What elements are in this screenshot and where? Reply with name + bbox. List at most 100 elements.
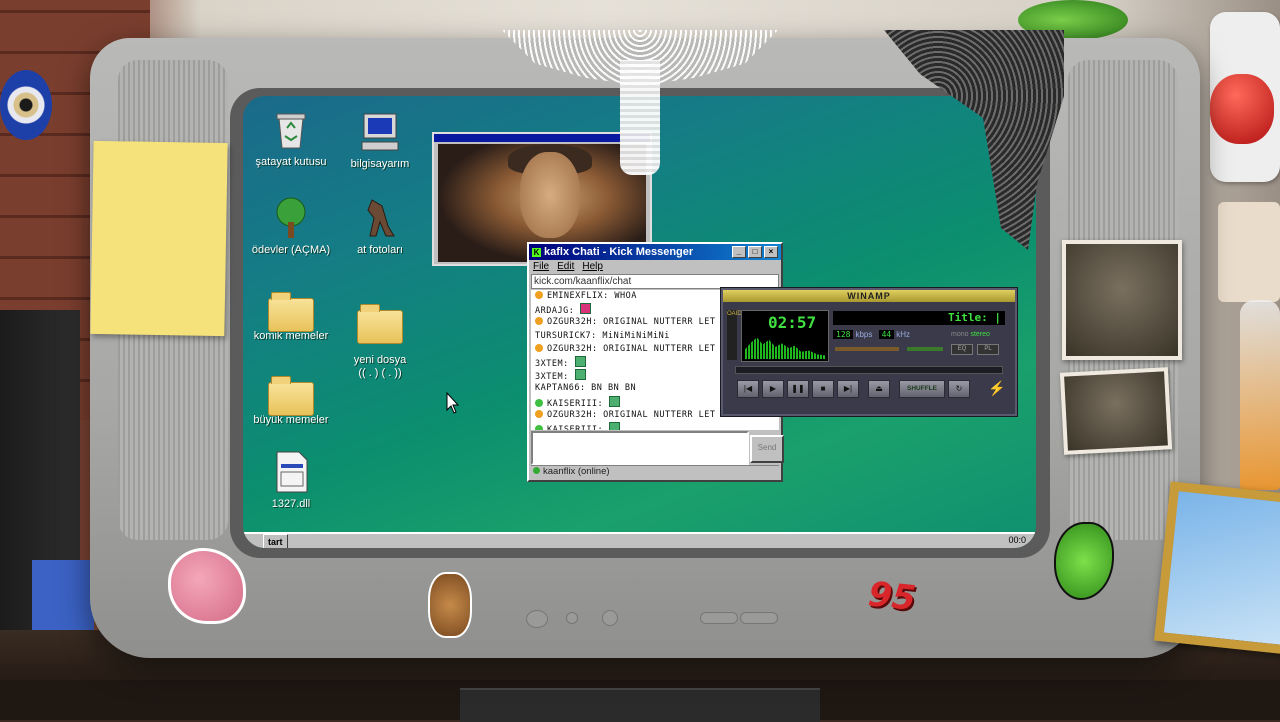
light-switch bbox=[1218, 202, 1280, 302]
winamp-titlebar[interactable]: WINAMP bbox=[723, 290, 1015, 302]
status-bar: kaanflix (online) bbox=[531, 465, 779, 478]
maximize-button[interactable]: □ bbox=[748, 246, 762, 258]
tv-channel-button[interactable] bbox=[740, 612, 778, 624]
sticky-note bbox=[90, 140, 228, 337]
address-bar[interactable]: kick.com/kaanflix/chat bbox=[531, 274, 779, 289]
chat-message-text: TURSURICK7: MiNiMiNiMiNi bbox=[535, 330, 670, 341]
repeat-icon[interactable]: ↻ bbox=[948, 380, 970, 398]
user-badge-icon bbox=[535, 424, 543, 430]
folder-icon bbox=[268, 292, 314, 332]
tree-icon bbox=[269, 196, 313, 240]
menu-edit[interactable]: Edit bbox=[557, 261, 574, 272]
recycle-bin-icon bbox=[269, 108, 313, 152]
winamp-song-title: Title: | bbox=[833, 311, 1005, 325]
balance-slider[interactable] bbox=[907, 347, 943, 351]
tv-button[interactable] bbox=[566, 612, 578, 624]
desktop-icon-recycle-bin[interactable]: şatayat kutusu bbox=[243, 108, 339, 169]
winamp-khz: 44 bbox=[878, 330, 895, 339]
seek-bar[interactable] bbox=[735, 366, 1003, 374]
user-badge-icon bbox=[535, 343, 543, 352]
chat-message-text: EMINEXFLIX: WHOA bbox=[547, 291, 637, 301]
desktop-icon-dll-file[interactable]: 1327.dll bbox=[243, 450, 339, 511]
mouse-cursor-icon bbox=[446, 392, 460, 414]
address-text: kick.com/kaanflix/chat bbox=[534, 276, 632, 287]
winamp-controls: |◀ ▶ ❚❚ ■ ▶| ⏏ SHUFFLE ↻ ⚡ bbox=[737, 380, 1007, 398]
user-badge-icon bbox=[535, 291, 543, 299]
user-online-icon bbox=[533, 467, 540, 474]
playlist-toggle[interactable]: PL bbox=[977, 344, 999, 355]
folder-icon bbox=[357, 304, 403, 344]
menu-help[interactable]: Help bbox=[582, 261, 603, 272]
play-icon[interactable]: ▶ bbox=[762, 380, 784, 398]
eq-label: EQ bbox=[957, 346, 967, 352]
desktop-icon-horse-photos[interactable]: at fotoları bbox=[332, 196, 428, 257]
eq-toggle[interactable]: EQ bbox=[951, 344, 973, 355]
start-button[interactable]: tart bbox=[263, 534, 288, 548]
winamp-display: 02:57 bbox=[741, 310, 829, 362]
emote-icon bbox=[580, 303, 592, 315]
chat-message-text: KAPTAN66: BN BN BN bbox=[535, 383, 637, 394]
desktop-icon-big-memes[interactable]: büyük memeler bbox=[243, 376, 339, 427]
status-text: kaanflix (online) bbox=[543, 466, 610, 477]
winamp-channel-mode: mono stereo bbox=[951, 331, 990, 338]
chat-titlebar[interactable]: K kaflx Chati - Kick Messenger _ □ × bbox=[529, 244, 781, 260]
winamp-time: 02:57 bbox=[768, 313, 817, 332]
sticker-95-text: 95 bbox=[866, 574, 918, 619]
desktop-icon-my-computer[interactable]: bilgisayarım bbox=[332, 110, 428, 171]
winamp-lightning-icon[interactable]: ⚡ bbox=[987, 380, 1007, 396]
streamer-face bbox=[520, 152, 580, 238]
winamp-player[interactable]: WINAMP OAIDV 02:57 Title: | 128 kbps 44 kH… bbox=[721, 288, 1017, 416]
pause-icon[interactable]: ❚❚ bbox=[787, 380, 809, 398]
send-label: Send bbox=[757, 443, 777, 452]
shuffle-button[interactable]: SHUFFLE bbox=[899, 380, 945, 398]
desktop-icon-homework[interactable]: ödevler (AÇMA) bbox=[243, 196, 339, 257]
winamp-info: 128 kbps 44 kHz bbox=[833, 330, 910, 339]
lace-doily-tail bbox=[620, 60, 660, 175]
tv-button[interactable] bbox=[602, 610, 618, 626]
pl-label: PL bbox=[984, 346, 992, 352]
eject-icon[interactable]: ⏏ bbox=[868, 380, 890, 398]
desktop-icon-new-file[interactable]: yeni dosya (( . ) ( . )) bbox=[332, 292, 428, 392]
kick-logo-icon: K bbox=[532, 247, 541, 257]
volume-slider[interactable] bbox=[835, 347, 899, 351]
menu-file[interactable]: File bbox=[533, 261, 549, 272]
winamp-side-panel: OAIDV bbox=[727, 310, 746, 360]
tv-power-button[interactable] bbox=[526, 610, 548, 628]
emote-icon bbox=[574, 355, 586, 367]
next-icon[interactable]: ▶| bbox=[837, 380, 859, 398]
previous-icon[interactable]: |◀ bbox=[737, 380, 759, 398]
winamp-title: WINAMP bbox=[847, 291, 891, 301]
desktop-icon-funny-memes[interactable]: komik memeler bbox=[243, 292, 339, 343]
kbps-label: kbps bbox=[855, 330, 873, 339]
chat-message-text: KAISERIII: bbox=[547, 424, 604, 430]
framed-photo bbox=[1154, 481, 1280, 655]
chat-message-text: 3XTEM: bbox=[535, 372, 569, 383]
horse-icon bbox=[358, 196, 402, 240]
folder-icon bbox=[268, 376, 314, 416]
taskbar: tart 00:0 bbox=[243, 532, 1036, 548]
chat-input[interactable] bbox=[531, 431, 749, 465]
start-label: tart bbox=[268, 537, 283, 547]
taskbar-clock: 00:0 bbox=[1008, 535, 1026, 545]
chat-message-text: OZGUR32H: ORIGINAL NUTTERR LET bbox=[547, 409, 716, 420]
mono-label: mono bbox=[951, 331, 969, 338]
khz-label: kHz bbox=[896, 330, 911, 339]
stop-icon[interactable]: ■ bbox=[812, 380, 834, 398]
shuffle-label: SHUFFLE bbox=[907, 385, 937, 392]
evil-eye-charm bbox=[0, 70, 52, 140]
emote-icon bbox=[609, 421, 621, 430]
stereo-label: stereo bbox=[970, 331, 990, 338]
user-badge-icon bbox=[535, 398, 543, 407]
monkey-sticker bbox=[428, 572, 472, 638]
webcam-titlebar[interactable] bbox=[434, 134, 650, 142]
chat-message: KAISERIII: bbox=[531, 421, 779, 430]
user-badge-icon bbox=[535, 409, 543, 418]
winamp-bitrate: 128 bbox=[833, 330, 854, 339]
emote-icon bbox=[574, 369, 586, 381]
tv-channel-button[interactable] bbox=[700, 612, 738, 624]
send-button[interactable]: Send bbox=[750, 435, 784, 463]
photo-group bbox=[1059, 367, 1173, 455]
minimize-button[interactable]: _ bbox=[732, 246, 746, 258]
photo-soldier bbox=[1062, 240, 1182, 360]
close-button[interactable]: × bbox=[764, 246, 778, 258]
